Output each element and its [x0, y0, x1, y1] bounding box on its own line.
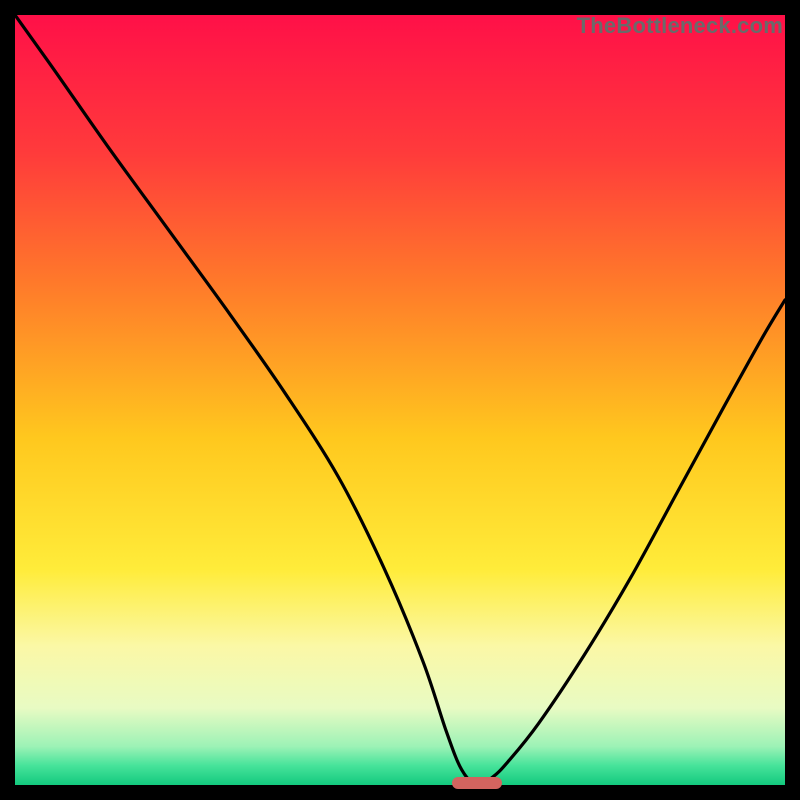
watermark-text: TheBottleneck.com	[577, 15, 783, 37]
bottleneck-curve	[15, 15, 785, 785]
optimal-marker	[452, 777, 502, 789]
plot-area: TheBottleneck.com	[15, 15, 785, 785]
chart-frame: TheBottleneck.com	[0, 0, 800, 800]
